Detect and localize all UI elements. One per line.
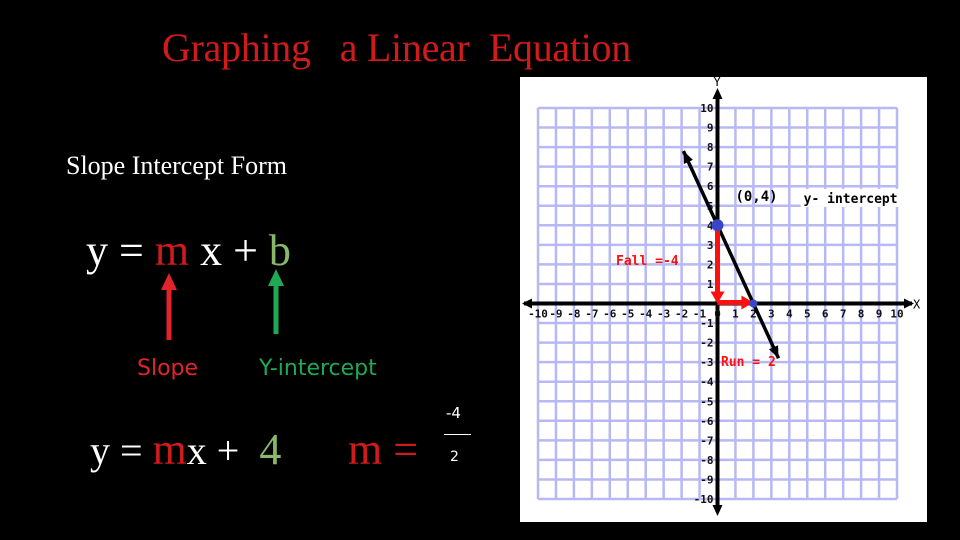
- x-tick-label: -6: [603, 308, 617, 321]
- y-tick-label: 7: [707, 161, 714, 174]
- y-tick-label: 3: [707, 239, 714, 252]
- x-tick-label: 6: [822, 308, 829, 321]
- point-x-intercept: [749, 299, 758, 308]
- y-tick-label: 10: [700, 102, 713, 115]
- y-tick-label: -2: [700, 337, 713, 350]
- y-tick-label: -4: [700, 376, 714, 389]
- coordinate-graph: XY -10 -9 -8 -7 -6 -5 -4 -3 -2 -1 0 1 2 3 4 5 6 7 8 9 101098…: [522, 75, 921, 516]
- y-tick-label: -3: [700, 356, 713, 369]
- x-tick-label: 1: [732, 308, 739, 321]
- y-tick-label: -1: [700, 317, 714, 330]
- fall-label: Fall =-4: [616, 254, 679, 269]
- x-tick-label: -4: [639, 308, 653, 321]
- x-axis-label: X: [913, 298, 921, 312]
- x-tick-label: -9: [549, 308, 562, 321]
- x-tick-label: -8: [567, 308, 580, 321]
- x-tick-label: 10: [890, 308, 903, 321]
- y-axis-bottom-arrow-icon: [712, 505, 723, 516]
- y-tick-label: -10: [694, 493, 714, 506]
- x-tick-label: -2: [675, 308, 688, 321]
- y-tick-label: -6: [700, 415, 714, 428]
- y-tick-label: 2: [707, 258, 714, 271]
- y-tick-label: 6: [707, 180, 714, 193]
- x-tick-label: 0: [714, 308, 721, 321]
- x-tick-label: -7: [585, 308, 598, 321]
- x-tick-label: 5: [804, 308, 811, 321]
- y-tick-label: -8: [700, 454, 713, 467]
- x-tick-label: 9: [876, 308, 883, 321]
- point-coordinate-label: (0,4): [735, 189, 777, 205]
- run-label: Run = 2: [721, 355, 776, 370]
- y-tick-label: 8: [707, 141, 714, 154]
- y-axis-top-arrow-icon: [712, 88, 723, 99]
- y-axis-label: Y: [714, 75, 722, 89]
- x-tick-label: -5: [621, 308, 634, 321]
- x-tick-label: 4: [786, 308, 793, 321]
- series-line: [681, 150, 781, 359]
- x-tick-label: 3: [768, 308, 775, 321]
- y-tick-label: -5: [700, 395, 713, 408]
- point-y-intercept: [711, 219, 724, 232]
- y-tick-label: 9: [707, 122, 714, 135]
- x-tick-label: -10: [528, 308, 548, 321]
- x-tick-label: 7: [840, 308, 847, 321]
- y-tick-label: -7: [700, 434, 713, 447]
- y-tick-label: -9: [700, 473, 713, 486]
- y-tick-label: 1: [707, 278, 714, 291]
- series: [681, 150, 781, 359]
- x-tick-label: 8: [858, 308, 865, 321]
- y-intercept-label: y- intercept: [804, 192, 898, 207]
- x-tick-label: -3: [657, 308, 670, 321]
